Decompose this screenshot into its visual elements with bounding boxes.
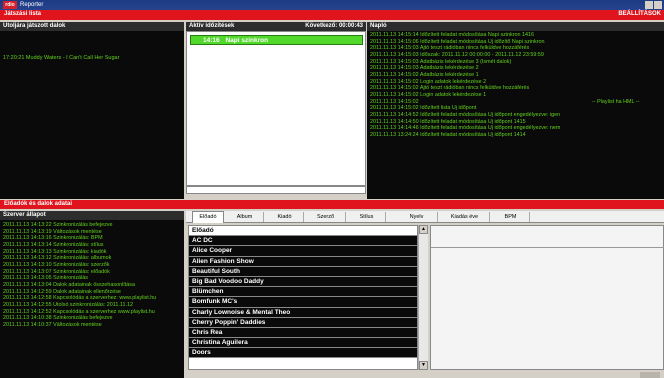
- artist-row[interactable]: Alice Cooper: [189, 246, 417, 257]
- server-log-line: 2011.11.13 14:13:16 Szinkronizálás: BPM: [3, 235, 103, 242]
- timer-time: 14:16: [203, 37, 220, 44]
- artist-data-section-bar: Előadók és dalok adatai: [0, 200, 664, 209]
- tab-album[interactable]: Album: [226, 212, 264, 222]
- active-timers-list[interactable]: 14:16 Napi szinkron: [186, 31, 366, 186]
- log-line: 2011.11.13 14:15:02 Adatbázis lekérdezés…: [370, 71, 479, 78]
- scroll-down-icon[interactable]: ▼: [419, 361, 428, 370]
- active-timer-item[interactable]: 14:16 Napi szinkron: [190, 35, 363, 45]
- app-title: Reporter: [20, 2, 44, 8]
- server-status-header: Szerver állapot: [0, 211, 184, 220]
- active-timers-header: Aktív időzítések Következő: 00:00:43: [186, 22, 366, 31]
- log-line: 2011.11.13 14:14:52 Időzített feladat mó…: [370, 111, 561, 118]
- scroll-up-icon[interactable]: ▲: [419, 225, 428, 234]
- artist-row[interactable]: Christina Aguilera: [189, 338, 417, 349]
- settings-link[interactable]: BEÁLLÍTÁSOK: [618, 10, 661, 19]
- log-list[interactable]: 2011.11.13 14:15:14 Időzített feladat mó…: [367, 31, 664, 199]
- log-line-time: 2011.11.13 14:15:02: [370, 98, 419, 105]
- playlist-section-bar: Játszási lista BEÁLLÍTÁSOK: [0, 10, 664, 20]
- artist-row[interactable]: Blümchen: [189, 287, 417, 298]
- active-timers-title: Aktív időzítések: [189, 23, 235, 29]
- server-log-line: 2011.11.13 14:12:55 Utolsó szinkronizálá…: [3, 301, 133, 308]
- log-header: Napló: [367, 22, 664, 31]
- artist-row[interactable]: Charly Lownoise & Mental Theo: [189, 307, 417, 318]
- timer-label: Napi szinkron: [225, 37, 269, 44]
- server-log-line: 2011.11.13 14:13:22 Szinkronizálás befej…: [3, 222, 113, 228]
- resize-grip-icon[interactable]: [640, 372, 660, 378]
- log-line: 2011.11.13 14:15:02 -- Playlist ha HML -…: [370, 99, 664, 106]
- tab-language[interactable]: Nyelv: [396, 212, 438, 222]
- log-line: 2011.11.13 14:15:14 Időzített feladat mó…: [370, 32, 535, 38]
- server-status-list[interactable]: 2011.11.13 14:13:22 Szinkronizálás befej…: [0, 220, 184, 378]
- artist-list-header: Előadó: [189, 226, 417, 237]
- log-line: 2011.11.13 14:15:02 Login adatok lekérde…: [370, 91, 487, 98]
- artist-row[interactable]: Beautiful South: [189, 266, 417, 277]
- tab-release-year[interactable]: Kiadás éve: [440, 212, 490, 222]
- window-title-bar: rdio Reporter: [0, 0, 664, 10]
- next-timer-countdown: Következő: 00:00:43: [305, 23, 363, 29]
- server-log-line: 2011.11.13 14:10:38 Szinkronizálás befej…: [3, 315, 113, 322]
- log-line: 2011.11.13 14:15:06 Időzített feladat mó…: [370, 38, 545, 45]
- artist-row[interactable]: Bomfunk MC's: [189, 297, 417, 308]
- server-log-line: 2011.11.13 14:13:12 Szinkronizálás: albu…: [3, 255, 112, 262]
- tab-label[interactable]: Kiadó: [266, 212, 304, 222]
- server-log-line: 2011.11.13 14:12:52 Kapcsolódás a szerve…: [3, 308, 155, 315]
- server-log-line: 2011.11.13 14:12:59 Dalok adatainak elle…: [3, 288, 121, 295]
- playlist-note: -- Playlist ha HML --: [592, 98, 640, 105]
- tab-author[interactable]: Szerző: [306, 212, 346, 222]
- log-line: 2011.11.13 13:24:24 Időzített feladat mó…: [370, 131, 526, 138]
- tab-style[interactable]: Stílus: [348, 212, 386, 222]
- details-divider: [431, 247, 664, 248]
- server-log-line: 2011.11.13 14:13:04 Dalok adatainak össz…: [3, 281, 135, 288]
- log-line: 2011.11.13 14:15:03 Adatbázis lekérdezés…: [370, 65, 479, 72]
- artist-details-panel: [430, 225, 664, 370]
- artist-list-scrollbar[interactable]: ▲ ▼: [418, 225, 428, 370]
- server-log-line: 2011.11.13 14:13:19 Változások mentése: [3, 228, 102, 235]
- server-log-line: 2011.11.13 14:12:58 Kapcsolódás a szerve…: [3, 295, 157, 302]
- artist-row[interactable]: Alien Fashion Show: [189, 256, 417, 267]
- log-line: 2011.11.13 14:15:03 Ajtó teszt rádióban …: [370, 45, 530, 52]
- server-log-line: 2011.11.13 14:13:07 Szinkronizálás: előa…: [3, 268, 110, 275]
- server-log-line: 2011.11.13 14:13:13 Szinkronizálás: kiad…: [3, 248, 107, 255]
- artist-row[interactable]: Chris Rea: [189, 327, 417, 339]
- status-strip: [186, 372, 664, 378]
- server-log-line: 2011.11.13 14:10:37 Változások mentése: [3, 321, 102, 328]
- artist-row[interactable]: AC DC: [189, 236, 417, 247]
- playlist-section-label: Játszási lista: [4, 11, 42, 17]
- server-log-line: 2011.11.13 14:13:10 Szinkronizálás: szer…: [3, 261, 110, 268]
- tab-bar: Előadó Album Kiadó Szerző Stílus Nyelv K…: [186, 211, 664, 223]
- minimize-icon[interactable]: [645, 1, 653, 9]
- log-line: 2011.11.13 14:15:03 Adatbázis lekérdezés…: [370, 58, 512, 65]
- timer-input[interactable]: [186, 186, 366, 194]
- window-controls: [644, 1, 662, 9]
- artist-row[interactable]: Doors: [189, 348, 417, 359]
- recent-song-item[interactable]: 17:20:21 Muddy Waters - I Can't Call Her…: [3, 55, 119, 61]
- recent-songs-header: Utoljára játszott dalok: [0, 22, 184, 31]
- app-logo: rdio: [3, 1, 17, 9]
- log-line: 2011.11.13 14:14:50 Időzített feladat mó…: [370, 118, 526, 125]
- log-line: 2011.11.13 14:15:02 Login adatok lekérde…: [370, 78, 487, 85]
- server-log-line: 2011.11.13 14:13:05 Szinkronizálás: [3, 275, 88, 282]
- log-line: 2011.11.13 14:14:46 Időzített feladat mó…: [370, 125, 561, 132]
- tab-artist[interactable]: Előadó: [192, 211, 224, 223]
- log-line: 2011.11.13 14:15:03 Időszak: 2011.11.12 …: [370, 51, 544, 58]
- server-log-line: 2011.11.13 14:13:14 Szinkronizálás: stíl…: [3, 241, 104, 248]
- artist-row[interactable]: Cherry Poppin' Daddies: [189, 317, 417, 328]
- artist-data-section-label: Előadók és dalok adatai: [4, 201, 73, 207]
- close-icon[interactable]: [654, 1, 662, 9]
- artist-row[interactable]: Big Bad Voodoo Daddy: [189, 276, 417, 288]
- log-line: 2011.11.13 14:15:02 Ajtó teszt rádióban …: [370, 85, 530, 92]
- artist-list[interactable]: Előadó AC DC Alice Cooper Alien Fashion …: [188, 225, 418, 370]
- log-line: 2011.11.13 14:15:02 Időzített lista Új i…: [370, 105, 477, 112]
- recent-songs-list[interactable]: 17:20:21 Muddy Waters - I Can't Call Her…: [0, 31, 184, 199]
- tab-bpm[interactable]: BPM: [492, 212, 530, 222]
